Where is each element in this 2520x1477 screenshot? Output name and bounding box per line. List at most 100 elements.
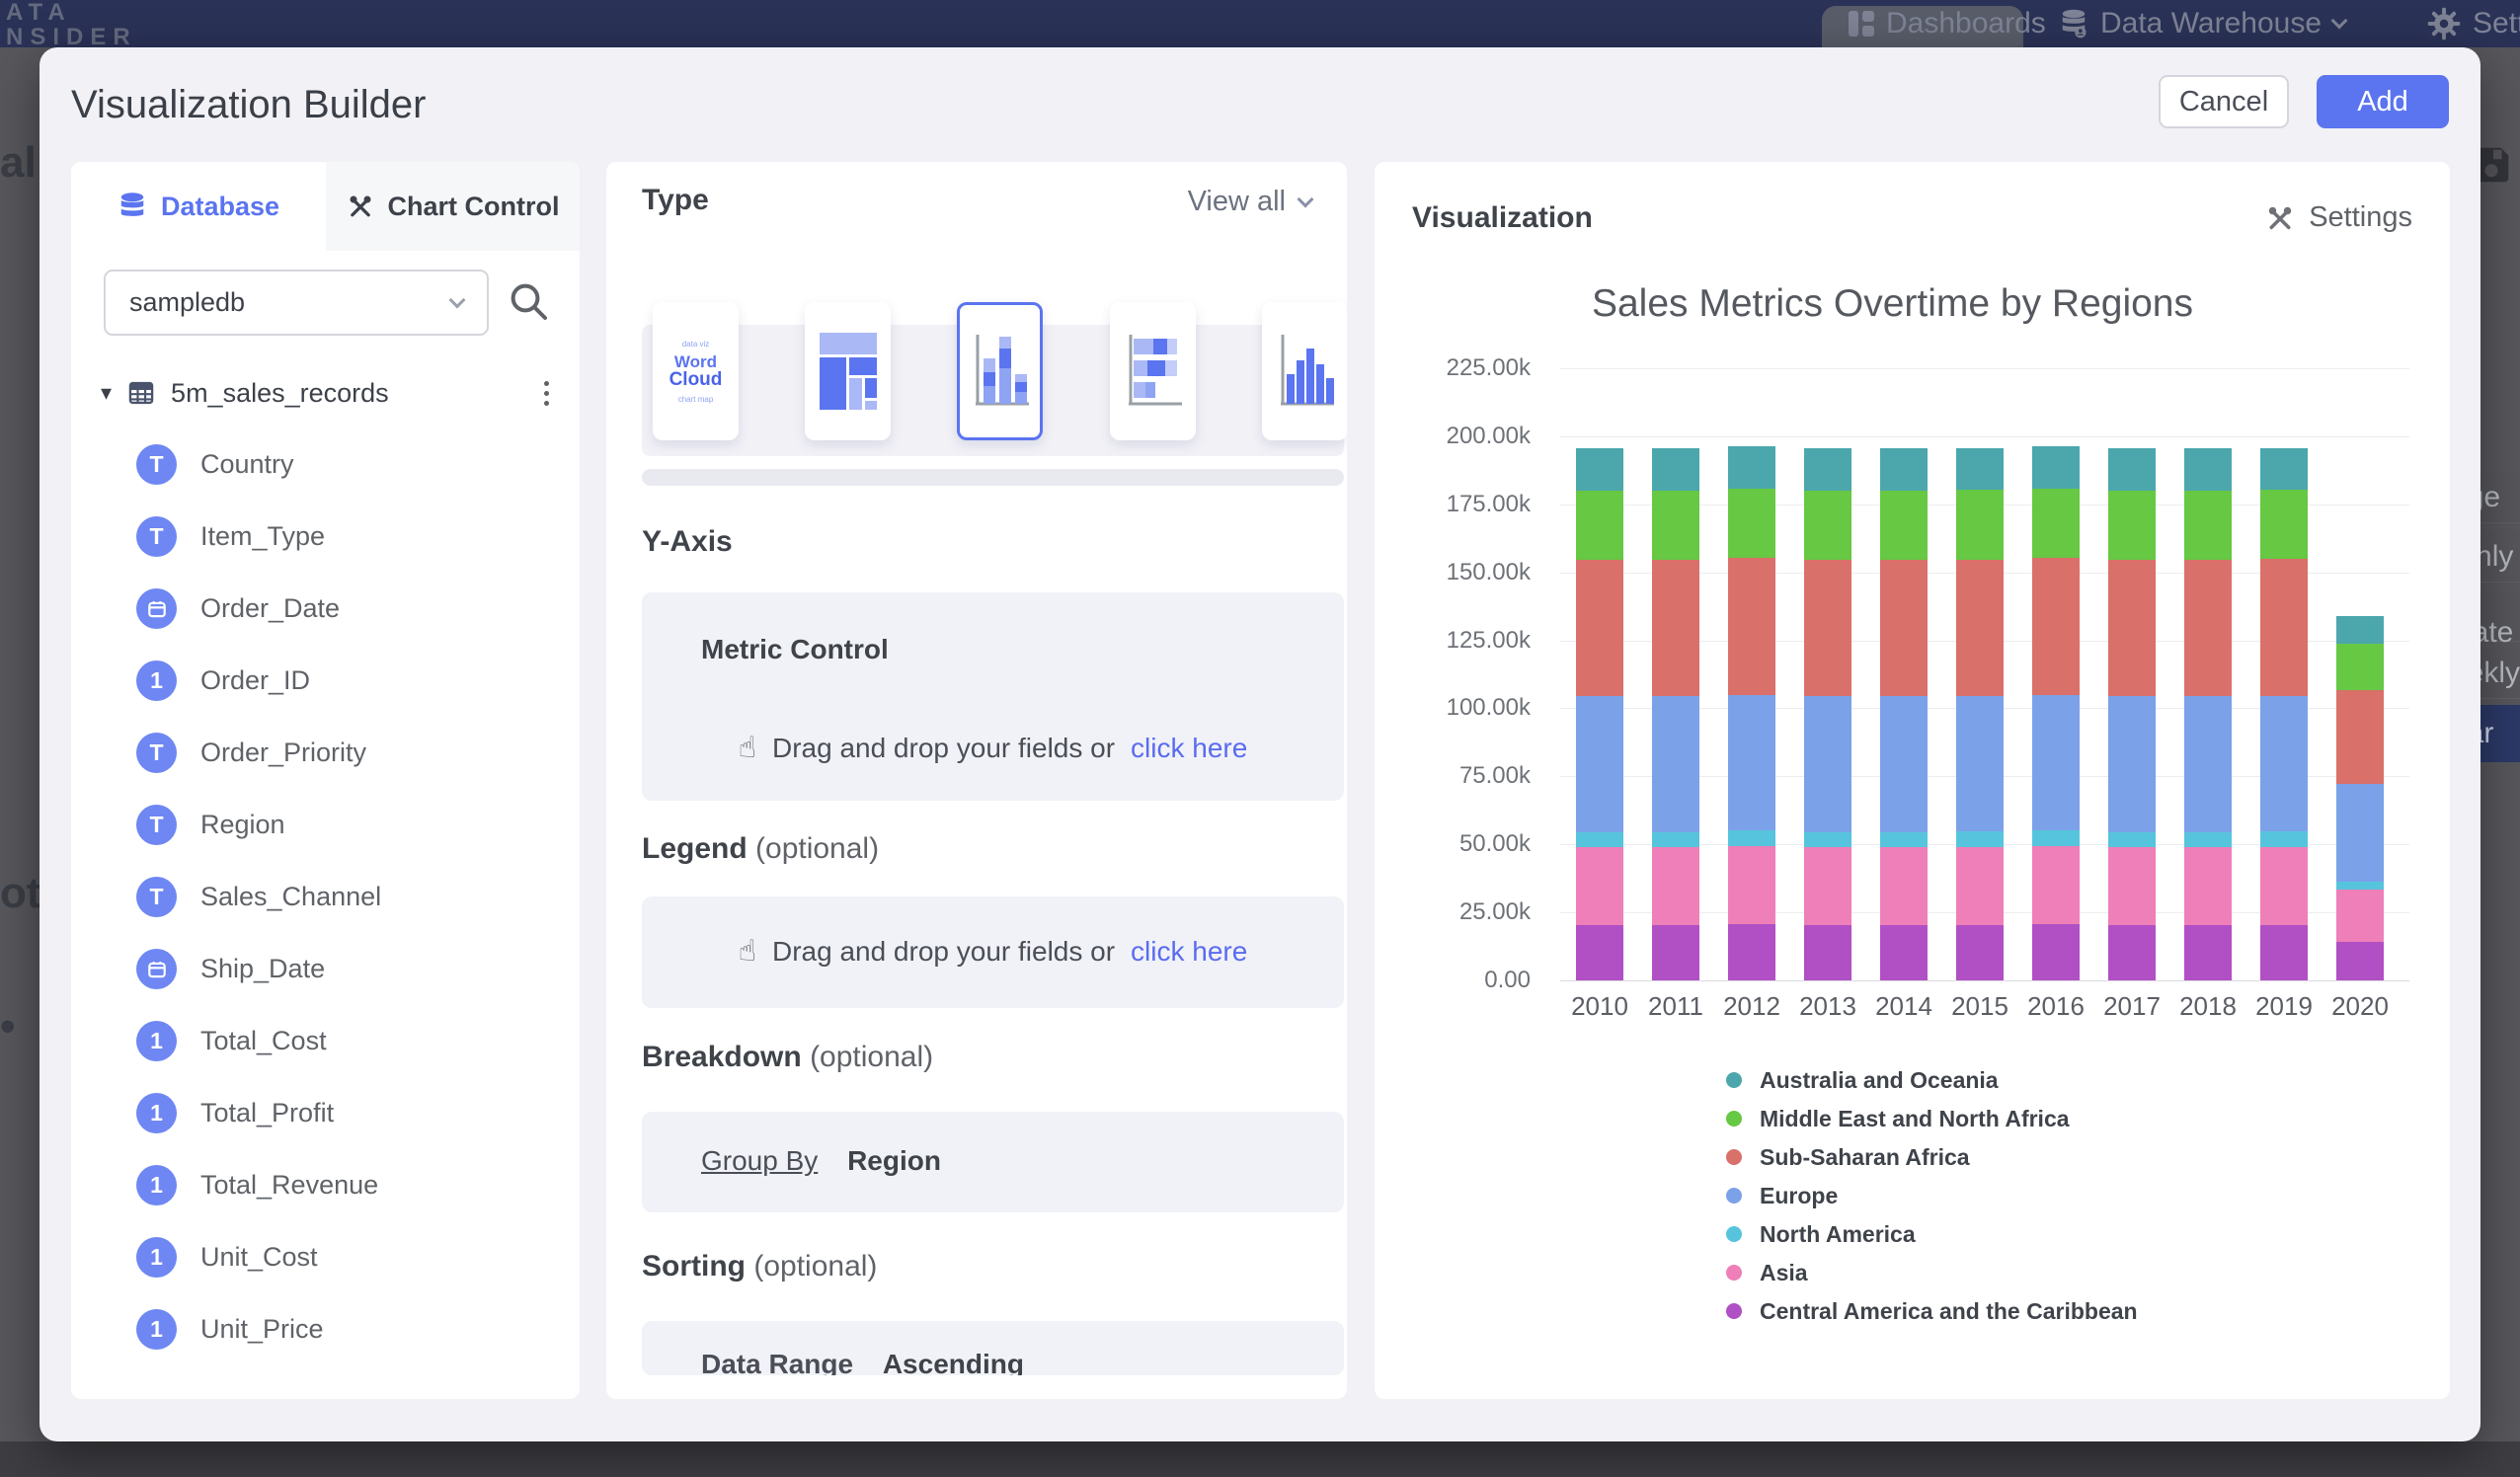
sorting-optional-text: (optional) bbox=[753, 1250, 877, 1283]
y-axis-tick-label: 0.00 bbox=[1382, 967, 1531, 994]
bar-segment bbox=[1576, 560, 1623, 696]
field-item-Order_Priority[interactable]: TOrder_Priority bbox=[136, 717, 561, 789]
legend-item[interactable]: Europe bbox=[1726, 1184, 2138, 1207]
field-item-Sales_Channel[interactable]: TSales_Channel bbox=[136, 861, 561, 933]
field-item-Order_Date[interactable]: Order_Date bbox=[136, 573, 561, 645]
chart-type-card-treemap[interactable] bbox=[805, 302, 891, 440]
x-axis-tick-label: 2018 bbox=[2168, 991, 2247, 1022]
field-item-Country[interactable]: TCountry bbox=[136, 428, 561, 501]
bar-segment bbox=[2336, 644, 2384, 690]
visualization-builder-modal: Visualization Builder Cancel Add Databas… bbox=[39, 47, 2481, 1441]
gridline bbox=[1560, 980, 2409, 981]
legend-dropzone[interactable]: ☝ Drag and drop your fields or click her… bbox=[642, 896, 1344, 1008]
field-item-Unit_Price[interactable]: 1Unit_Price bbox=[136, 1293, 561, 1365]
x-axis-tick-label: 2014 bbox=[1864, 991, 1943, 1022]
bar-segment bbox=[1880, 696, 1928, 832]
number-field-icon: 1 bbox=[136, 1309, 177, 1350]
field-item-Total_Cost[interactable]: 1Total_Cost bbox=[136, 1005, 561, 1077]
bar-segment bbox=[2336, 890, 2384, 942]
metric-control-dropzone[interactable]: Metric Control ☝ Drag and drop your fiel… bbox=[642, 592, 1344, 801]
search-icon[interactable] bbox=[506, 278, 553, 326]
view-all-button[interactable]: View all bbox=[1188, 186, 1311, 218]
table-tree-item[interactable]: ▾ 5m_sales_records bbox=[101, 371, 555, 415]
add-button[interactable]: Add bbox=[2317, 75, 2449, 128]
legend-item[interactable]: North America bbox=[1726, 1222, 2138, 1246]
group-by-value[interactable]: Region bbox=[847, 1145, 941, 1176]
screenshot-root: ATA NSIDER Dashboards Data Warehouse bbox=[0, 0, 2520, 1477]
bar-segment bbox=[2032, 695, 2080, 831]
x-axis-tick-label: 2012 bbox=[1712, 991, 1791, 1022]
chart-title: Sales Metrics Overtime by Regions bbox=[1375, 282, 2410, 326]
cancel-button[interactable]: Cancel bbox=[2159, 75, 2289, 128]
sorting-card[interactable]: Data Range Ascending bbox=[642, 1321, 1344, 1375]
field-item-Total_Revenue[interactable]: 1Total_Revenue bbox=[136, 1149, 561, 1221]
bar-segment bbox=[1728, 846, 1775, 924]
legend-item[interactable]: Australia and Oceania bbox=[1726, 1068, 2138, 1092]
legend-item[interactable]: Sub-Saharan Africa bbox=[1726, 1145, 2138, 1169]
nav-item-dashboards[interactable]: Dashboards bbox=[1849, 0, 2046, 47]
field-list: TCountryTItem_TypeOrder_Date1Order_IDTOr… bbox=[136, 428, 561, 1365]
field-item-Order_ID[interactable]: 1Order_ID bbox=[136, 645, 561, 717]
bar-segment bbox=[1956, 696, 2004, 832]
legend-item[interactable]: Asia bbox=[1726, 1261, 2138, 1284]
chart-type-card-stacked-bar-chart[interactable] bbox=[957, 302, 1043, 440]
table-icon bbox=[127, 379, 155, 407]
field-name: Order_Priority bbox=[200, 738, 366, 768]
legend-item[interactable]: Central America and the Caribbean bbox=[1726, 1299, 2138, 1323]
chart-config-panel: Type View all data vizWordCloudchart map… bbox=[606, 162, 1347, 1399]
bar-segment bbox=[2184, 832, 2232, 847]
sorting-value[interactable]: Ascending bbox=[883, 1349, 1024, 1375]
legend-label: Europe bbox=[1760, 1183, 1838, 1209]
stacked-bar-2013 bbox=[1804, 448, 1851, 980]
field-name: Country bbox=[200, 449, 294, 480]
bar-segment bbox=[2260, 847, 2308, 925]
tools-icon bbox=[2265, 203, 2295, 233]
legend-color-dot bbox=[1726, 1111, 1742, 1127]
chart-type-card-horizontal-stacked-bar-chart[interactable] bbox=[1110, 302, 1196, 440]
bar-segment bbox=[1576, 925, 1623, 980]
kebab-menu-icon[interactable] bbox=[538, 375, 555, 412]
bar-segment bbox=[2336, 616, 2384, 644]
settings-button[interactable]: Settings bbox=[2265, 201, 2412, 234]
logo-line-1: ATA bbox=[6, 0, 137, 25]
breakdown-card[interactable]: Group By Region bbox=[642, 1112, 1344, 1212]
nav-label-dashboards: Dashboards bbox=[1886, 7, 2046, 40]
bar-segment bbox=[1576, 491, 1623, 560]
bar-segment bbox=[1728, 446, 1775, 489]
app-logo: ATA NSIDER bbox=[6, 0, 137, 49]
nav-item-settings[interactable]: Settin bbox=[2427, 0, 2520, 47]
nav-item-data-warehouse[interactable]: Data Warehouse bbox=[2059, 0, 2345, 47]
field-item-Region[interactable]: TRegion bbox=[136, 789, 561, 861]
legend-drop-hint: ☝ Drag and drop your fields or click her… bbox=[642, 934, 1344, 969]
bar-segment bbox=[1880, 448, 1928, 490]
stacked-bar-2010 bbox=[1576, 448, 1623, 980]
legend-click-here-link[interactable]: click here bbox=[1131, 936, 1247, 968]
x-axis-tick-label: 2013 bbox=[1788, 991, 1867, 1022]
field-item-Item_Type[interactable]: TItem_Type bbox=[136, 501, 561, 573]
legend-color-dot bbox=[1726, 1072, 1742, 1088]
tab-chart-control[interactable]: Chart Control bbox=[326, 162, 580, 251]
bar-segment bbox=[1880, 847, 1928, 925]
legend-label: North America bbox=[1760, 1221, 1916, 1248]
field-item-Ship_Date[interactable]: Ship_Date bbox=[136, 933, 561, 1005]
metric-click-here-link[interactable]: click here bbox=[1131, 733, 1247, 764]
field-item-Total_Profit[interactable]: 1Total_Profit bbox=[136, 1077, 561, 1149]
stacked-bar-2018 bbox=[2184, 448, 2232, 980]
chart-type-card-word-cloud[interactable]: data vizWordCloudchart map bbox=[653, 302, 739, 440]
chart-type-card-column-chart[interactable] bbox=[1262, 302, 1347, 440]
sorting-field-label[interactable]: Data Range bbox=[701, 1349, 853, 1375]
group-by-label[interactable]: Group By bbox=[701, 1145, 818, 1176]
bar-segment bbox=[2336, 784, 2384, 882]
database-select[interactable]: sampledb bbox=[104, 270, 489, 336]
horizontal-scrollbar[interactable] bbox=[642, 469, 1344, 486]
bar-segment bbox=[1880, 560, 1928, 696]
bar-segment bbox=[2032, 846, 2080, 924]
bar-segment bbox=[1956, 925, 2004, 980]
field-item-Unit_Cost[interactable]: 1Unit_Cost bbox=[136, 1221, 561, 1293]
legend-item[interactable]: Middle East and North Africa bbox=[1726, 1107, 2138, 1130]
chevron-down-icon bbox=[2331, 13, 2348, 30]
tab-database[interactable]: Database bbox=[71, 162, 326, 251]
caret-down-icon[interactable]: ▾ bbox=[101, 380, 112, 406]
visualization-heading: Visualization bbox=[1412, 201, 1593, 235]
bar-segment bbox=[2032, 446, 2080, 489]
